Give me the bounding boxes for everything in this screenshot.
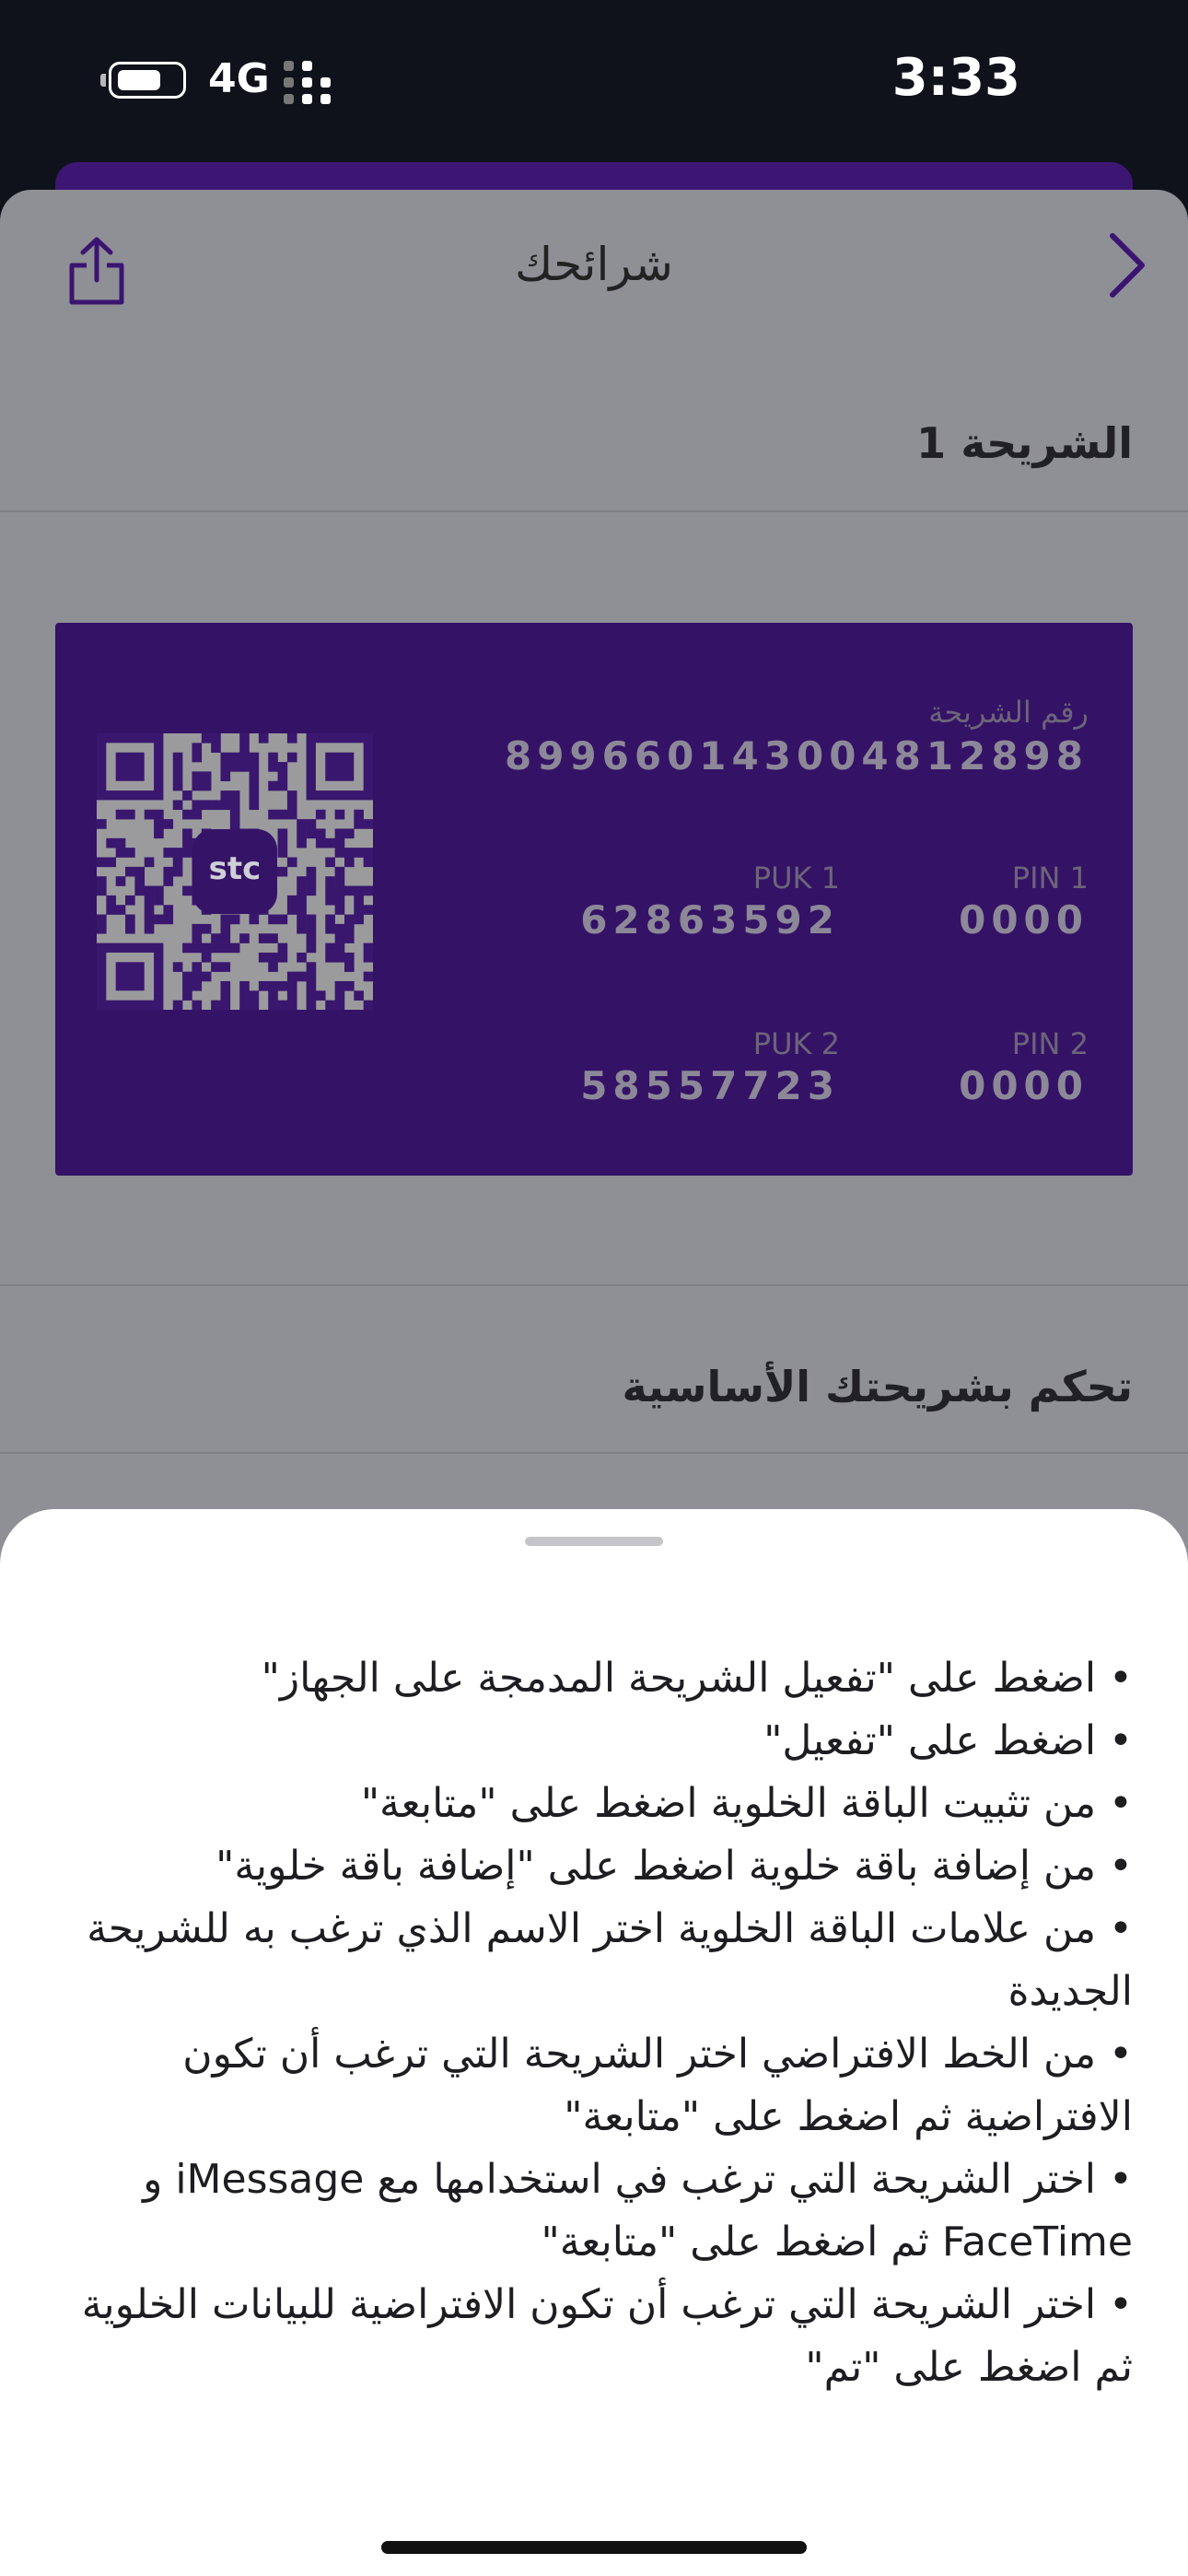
pin1-value: 0000: [959, 897, 1089, 943]
sim-section-title: الشريحة 1: [916, 418, 1133, 468]
divider: [0, 1452, 1188, 1454]
puk2-label: PUK 2: [752, 1026, 840, 1061]
page-title: شرائحك: [515, 238, 673, 291]
puk1-label: PUK 1: [752, 861, 840, 896]
status-bar: 4G 3:33: [0, 0, 1188, 161]
chevron-right-icon[interactable]: [1100, 228, 1155, 302]
instruction-step: اختر الشريحة التي ترغب في استخدامها مع i…: [37, 2149, 1133, 2274]
pin2-value: 0000: [959, 1063, 1089, 1108]
instruction-step: اضغط على "تفعيل الشريحة المدمجة على الجه…: [37, 1647, 1133, 1710]
control-section-title: تحكم بشريحتك الأساسية: [622, 1362, 1133, 1411]
instruction-step: من إضافة باقة خلوية اضغط على "إضافة باقة…: [37, 1835, 1133, 1898]
divider: [0, 510, 1188, 512]
home-indicator[interactable]: [381, 2541, 807, 2554]
instruction-step: من الخط الافتراضي اختر الشريحة التي ترغب…: [37, 2023, 1133, 2149]
sim-number-value: 89966014300481289​8: [504, 733, 1089, 779]
puk1-value: 62863592: [580, 897, 840, 943]
sim-card: stc رقم الشريحة 89966014300481289​8 PIN …: [55, 623, 1133, 1176]
pin1-label: PIN 1: [1011, 861, 1089, 896]
status-time: 3:33: [891, 48, 1020, 108]
divider: [0, 1284, 1188, 1286]
pin2-label: PIN 2: [1011, 1026, 1089, 1061]
instruction-step: اختر الشريحة التي ترغب أن تكون الافتراضي…: [37, 2274, 1133, 2399]
stc-logo: stc: [192, 829, 277, 914]
sheet-grabber[interactable]: [525, 1537, 663, 1546]
instruction-step: من علامات الباقة الخلوية اختر الاسم الذي…: [37, 1898, 1133, 2023]
nav-bar: شرائحك: [0, 190, 1188, 346]
instructions-sheet: اضغط على "تفعيل الشريحة المدمجة على الجه…: [0, 1509, 1188, 2576]
puk2-value: 58557723: [580, 1063, 840, 1108]
instructions-list: اضغط على "تفعيل الشريحة المدمجة على الجه…: [37, 1647, 1133, 2399]
sim-number-label: رقم الشريحة: [928, 695, 1089, 730]
instruction-step: من تثبيت الباقة الخلوية اضغط على "متابعة…: [37, 1773, 1133, 1835]
network-type: 4G: [208, 55, 270, 102]
battery-icon: [100, 62, 186, 99]
signal-icon: [284, 61, 348, 105]
qr-code[interactable]: stc: [97, 733, 373, 1010]
instruction-step: اضغط على "تفعيل": [37, 1710, 1133, 1773]
